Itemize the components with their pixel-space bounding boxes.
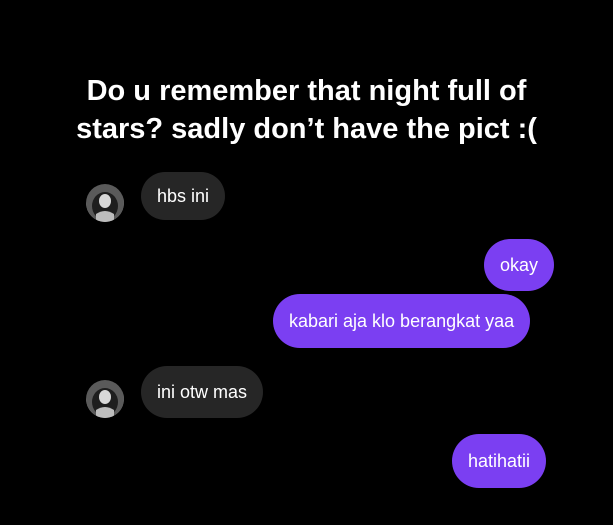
user-avatar-icon[interactable] bbox=[86, 380, 124, 418]
caption-line-1: Do u remember that night full of bbox=[86, 75, 527, 107]
message-bubble-outgoing[interactable]: kabari aja klo berangkat yaa bbox=[273, 294, 531, 348]
message-bubble-outgoing[interactable]: hatihatii bbox=[452, 434, 547, 488]
screenshot-caption: Do u remember that night full of stars? … bbox=[0, 72, 613, 148]
message-bubble-incoming[interactable]: hbs ini bbox=[141, 172, 226, 220]
user-avatar-icon[interactable] bbox=[86, 184, 124, 222]
message-bubble-outgoing[interactable]: okay bbox=[484, 239, 555, 291]
message-text: hbs ini bbox=[157, 186, 210, 206]
message-text: ini otw mas bbox=[157, 382, 248, 402]
message-text: hatihatii bbox=[468, 451, 531, 471]
avatar-photo bbox=[86, 184, 124, 222]
caption-line-2: stars? sadly don’t have the pict :( bbox=[76, 113, 537, 145]
avatar-photo bbox=[86, 380, 124, 418]
message-text: kabari aja klo berangkat yaa bbox=[289, 311, 515, 331]
message-bubble-incoming[interactable]: ini otw mas bbox=[141, 366, 264, 418]
message-text: okay bbox=[500, 255, 539, 275]
